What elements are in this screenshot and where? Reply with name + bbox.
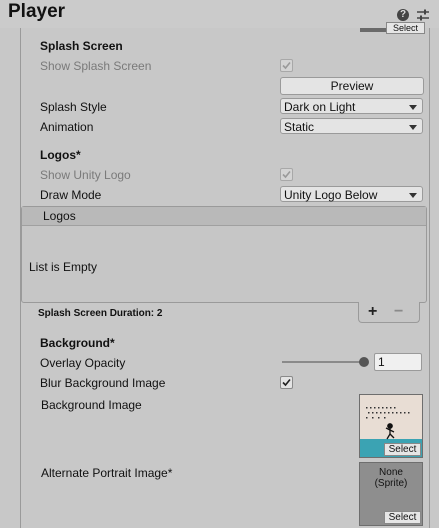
splash-duration-text: Splash Screen Duration: 2 (38, 308, 163, 319)
show-splash-screen-label: Show Splash Screen (40, 59, 152, 73)
overlay-opacity-field[interactable]: 1 (374, 353, 422, 371)
preview-button[interactable]: Preview (280, 77, 424, 95)
inspector-header: Player ? (0, 0, 439, 28)
animation-dropdown[interactable]: Static (280, 118, 423, 134)
splash-screen-heading: Splash Screen (40, 39, 123, 53)
help-icon[interactable]: ? (397, 9, 409, 21)
chevron-down-icon (409, 193, 417, 198)
animation-value: Static (284, 120, 315, 134)
overlay-opacity-slider-track[interactable] (282, 361, 364, 363)
background-heading: Background* (40, 336, 115, 350)
show-splash-screen-checkbox[interactable] (280, 59, 293, 72)
draw-mode-dropdown[interactable]: Unity Logo Below (280, 186, 423, 202)
background-image-slot[interactable]: Select (359, 394, 423, 458)
remove-logo-button[interactable]: − (394, 304, 403, 320)
splash-style-dropdown[interactable]: Dark on Light (280, 98, 423, 114)
draw-mode-label: Draw Mode (40, 188, 102, 202)
checkmark-icon (282, 61, 291, 70)
overlay-opacity-slider-handle[interactable] (359, 357, 369, 367)
alternate-portrait-none-text: None (Sprite) (374, 467, 408, 489)
add-logo-button[interactable]: + (368, 304, 377, 320)
splash-style-label: Splash Style (40, 100, 107, 114)
top-texture-select-button[interactable]: Select (386, 22, 425, 34)
background-image-label: Background Image (41, 398, 142, 412)
logos-list-header[interactable]: Logos (22, 207, 426, 226)
chevron-down-icon (409, 125, 417, 130)
inspector-title: Player (8, 1, 66, 22)
checkmark-icon (282, 378, 291, 387)
animation-label: Animation (40, 120, 94, 134)
alternate-portrait-slot[interactable]: None (Sprite) Select (359, 462, 423, 526)
show-unity-logo-label: Show Unity Logo (40, 168, 131, 182)
logos-list-footer: + − (358, 302, 420, 323)
alternate-portrait-select-button[interactable]: Select (384, 511, 421, 524)
logos-list: Logos List is Empty (21, 206, 427, 303)
blur-background-label: Blur Background Image (40, 376, 166, 390)
splash-style-value: Dark on Light (284, 100, 356, 114)
logos-heading: Logos* (40, 148, 81, 162)
background-image-select-button[interactable]: Select (384, 443, 421, 456)
overlay-opacity-label: Overlay Opacity (40, 356, 126, 370)
logos-list-header-label: Logos (43, 209, 76, 223)
draw-mode-value: Unity Logo Below (284, 188, 378, 202)
list-empty-text: List is Empty (29, 260, 98, 274)
blur-background-checkbox[interactable] (280, 376, 293, 389)
chevron-down-icon (409, 105, 417, 110)
show-unity-logo-checkbox[interactable] (280, 168, 293, 181)
settings-sliders-icon[interactable] (415, 7, 431, 23)
checkmark-icon (282, 170, 291, 179)
alternate-portrait-label: Alternate Portrait Image* (41, 466, 173, 480)
